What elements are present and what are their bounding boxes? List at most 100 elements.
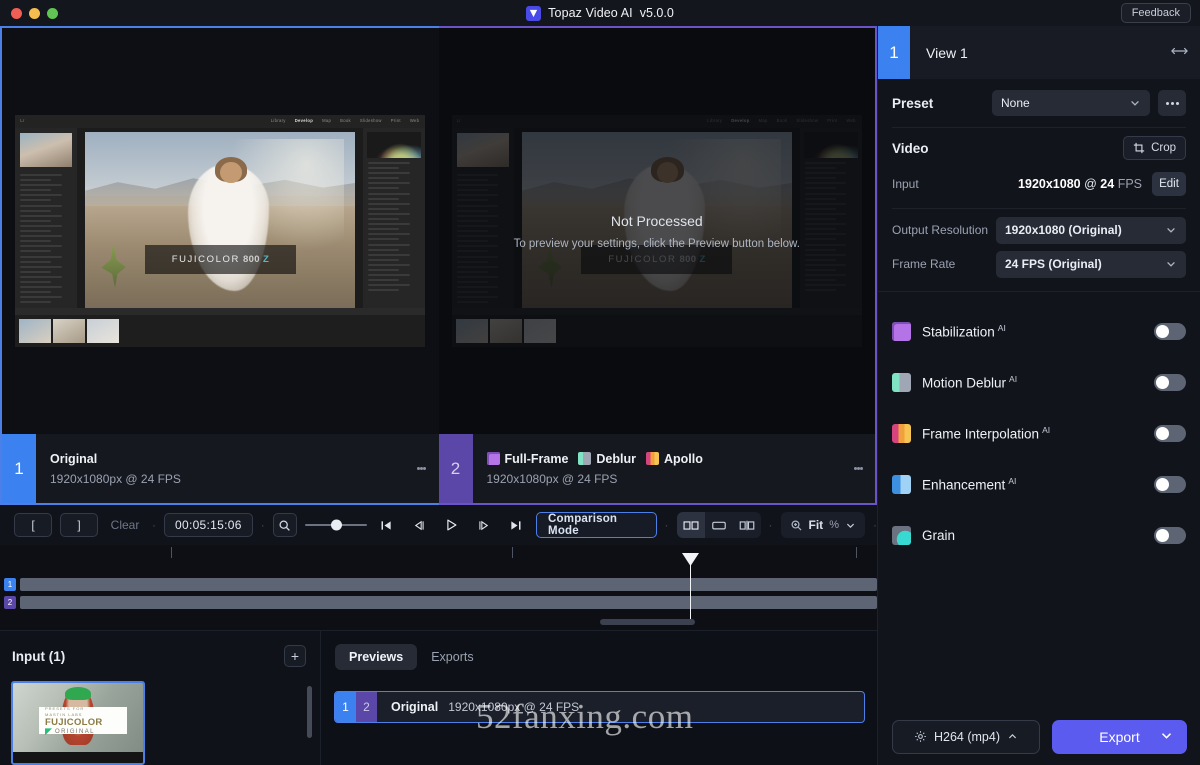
- grain-toggle[interactable]: [1154, 527, 1186, 544]
- playhead-handle[interactable]: [682, 553, 699, 566]
- timeline-playhead[interactable]: [682, 553, 699, 619]
- toolbar-divider-2: ·: [260, 518, 265, 532]
- export-button[interactable]: Export: [1052, 719, 1187, 754]
- output-resolution-label: Output Resolution: [892, 223, 989, 237]
- input-value: 1920x1080 @ 24 FPS: [1002, 177, 1142, 191]
- card-brand-sub-row: ORIGINAL: [45, 728, 127, 736]
- crop-button[interactable]: Crop: [1123, 136, 1186, 160]
- pane-2-video[interactable]: Lr LibraryDevelopMapBookSlideshowPrintWe…: [438, 28, 875, 434]
- previews-tabs: Previews Exports: [321, 631, 877, 670]
- preset-more-options-button[interactable]: [1158, 90, 1186, 116]
- layout-single-icon[interactable]: [705, 512, 733, 538]
- next-frame-icon[interactable]: [472, 513, 496, 537]
- chevron-up-icon: [1008, 734, 1017, 739]
- output-resolution-dropdown[interactable]: 1920x1080 (Original): [996, 216, 1186, 244]
- app-title-group: Topaz Video AI v5.0.0: [0, 0, 1200, 26]
- preview-row-badge-2: 2: [356, 692, 377, 722]
- video-divider: [892, 208, 1186, 209]
- frame-rate-dropdown[interactable]: 24 FPS (Original): [996, 250, 1186, 278]
- filter-row-stabilization[interactable]: Stabilization AI: [892, 306, 1186, 357]
- filter-row-enhancement[interactable]: Enhancement AI: [892, 459, 1186, 510]
- play-button[interactable]: [439, 513, 463, 537]
- timeline-track-badge-1: 1: [4, 578, 16, 591]
- input-panel-title: Input (1): [12, 648, 66, 664]
- card-brand-sub: ORIGINAL: [55, 728, 95, 735]
- codec-selector[interactable]: H264 (mp4): [892, 719, 1040, 754]
- clear-range-button[interactable]: Clear: [106, 513, 144, 537]
- video-section-header: Video Crop: [892, 128, 1186, 168]
- video-heading: Video: [892, 140, 929, 156]
- maximize-window-button[interactable]: [47, 7, 58, 19]
- pane-2-footer: 2 Full-Frame Deblur Apollo 1920x1080px @…: [438, 434, 875, 503]
- view-number-badge: 1: [878, 26, 910, 79]
- filter-row-motion-deblur[interactable]: Motion Deblur AI: [892, 357, 1186, 408]
- edit-input-button[interactable]: Edit: [1152, 172, 1186, 196]
- expand-panel-icon[interactable]: [1171, 44, 1188, 61]
- filter-label-enhancement: Enhancement: [922, 477, 1006, 493]
- viewer-pane-1[interactable]: Lr Library Develop Map Book Slideshow Print We…: [0, 26, 439, 505]
- input-list-scrollbar[interactable]: [307, 686, 312, 738]
- timeline-zoom-slider[interactable]: [305, 513, 367, 537]
- app-name-label: Topaz Video AI: [548, 6, 633, 20]
- set-out-point-button[interactable]: ]: [60, 513, 98, 537]
- filter-name-enhancement: Enhancement AI: [922, 476, 1143, 493]
- enhancement-toggle[interactable]: [1154, 476, 1186, 493]
- timeline-track-1[interactable]: [20, 578, 877, 591]
- preset-dropdown[interactable]: None: [992, 90, 1150, 116]
- pane-1-video[interactable]: Lr Library Develop Map Book Slideshow Print We…: [2, 28, 439, 434]
- chip-label-full-frame: Full-Frame: [504, 451, 569, 466]
- filter-row-frame-interpolation[interactable]: Frame Interpolation AI: [892, 408, 1186, 459]
- layout-split-icon[interactable]: [733, 512, 761, 538]
- fujicolor-original-card: PRESETS FOR MASTIN LABS FUJICOLOR ORIGIN…: [39, 706, 128, 736]
- zoom-level-dropdown[interactable]: Fit %: [780, 512, 865, 538]
- preset-section: Preset None: [878, 79, 1200, 128]
- layout-mode-group: [676, 512, 761, 538]
- tab-exports[interactable]: Exports: [417, 644, 487, 670]
- filter-chip-full-frame: Full-Frame: [486, 451, 569, 466]
- minimize-window-button[interactable]: [29, 7, 40, 19]
- close-window-button[interactable]: [11, 7, 22, 19]
- input-fps-unit: FPS: [1117, 177, 1142, 191]
- export-options-chevron-icon[interactable]: [1160, 729, 1173, 745]
- comparison-mode-button[interactable]: Comparison Mode: [536, 512, 657, 538]
- timeline-ruler[interactable]: [0, 545, 877, 558]
- fujicolor-code-suffix: Z: [263, 253, 269, 265]
- timeline-horizontal-scrollbar[interactable]: [600, 619, 695, 625]
- tab-previews[interactable]: Previews: [335, 644, 418, 670]
- output-resolution-row: Output Resolution 1920x1080 (Original): [892, 213, 1186, 247]
- timecode-field[interactable]: 00:05:15:06: [164, 513, 253, 537]
- preview-list-row[interactable]: 1 2 Original 1920x1080px @ 24 FPS: [334, 691, 865, 723]
- go-to-end-icon[interactable]: [504, 513, 528, 537]
- pane-2-more-menu-icon[interactable]: [841, 434, 875, 503]
- toolbar-divider: ·: [152, 518, 156, 532]
- add-input-button[interactable]: +: [284, 645, 306, 667]
- previous-frame-icon[interactable]: [407, 513, 431, 537]
- timeline-track-2[interactable]: [20, 596, 877, 609]
- filter-name-stabilization: Stabilization AI: [922, 323, 1143, 340]
- timeline[interactable]: 1 2: [0, 545, 877, 630]
- stabilization-toggle[interactable]: [1154, 323, 1186, 340]
- input-thumbnail[interactable]: PRESETS FOR MASTIN LABS FUJICOLOR ORIGIN…: [11, 681, 145, 765]
- not-processed-overlay: Not Processed To preview your settings, …: [438, 28, 875, 434]
- viewer-pane-2[interactable]: Lr LibraryDevelopMapBookSlideshowPrintWe…: [438, 26, 877, 505]
- feedback-button[interactable]: Feedback: [1120, 3, 1191, 23]
- filter-row-grain[interactable]: Grain: [892, 510, 1186, 561]
- window-controls: [0, 7, 58, 19]
- view-name-label: View 1: [926, 44, 968, 61]
- preview-frame-original: Lr Library Develop Map Book Slideshow Print We…: [15, 115, 426, 347]
- timeline-track-badge-2: 2: [4, 596, 16, 609]
- motion-deblur-toggle[interactable]: [1154, 374, 1186, 391]
- filter-chip-apollo: Apollo: [646, 452, 703, 466]
- layout-side-by-side-icon[interactable]: [676, 512, 705, 538]
- app-window: Topaz Video AI v5.0.0 Feedback Lr Librar…: [0, 0, 1200, 765]
- frame-interpolation-toggle[interactable]: [1154, 425, 1186, 442]
- motion-deblur-icon: [892, 373, 911, 392]
- set-in-point-button[interactable]: [: [14, 513, 52, 537]
- pane-1-more-menu-icon[interactable]: [405, 434, 439, 503]
- go-to-start-icon[interactable]: [375, 513, 399, 537]
- preset-label: Preset: [892, 95, 934, 111]
- not-processed-title: Not Processed: [610, 212, 703, 229]
- chevron-down-icon: [1167, 261, 1175, 267]
- search-icon[interactable]: [272, 513, 298, 537]
- filter-name-motion-deblur: Motion Deblur AI: [922, 374, 1143, 391]
